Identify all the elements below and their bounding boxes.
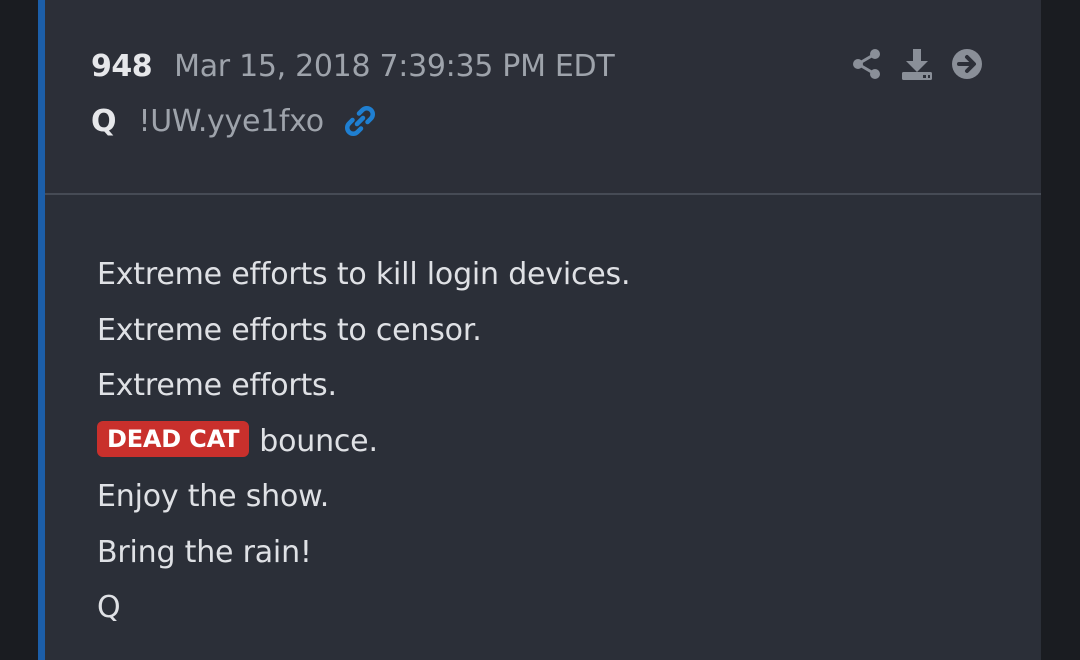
screen: 948 Mar 15, 2018 7:39:35 PM EDT Q !UW.yy…	[0, 0, 1080, 660]
post-number[interactable]: 948	[91, 49, 153, 84]
post-header: 948 Mar 15, 2018 7:39:35 PM EDT Q !UW.yy…	[45, 0, 1041, 195]
message-line: Extreme efforts to censor.	[97, 312, 482, 348]
post-accent-bar	[38, 0, 45, 660]
message-signature: Q	[97, 590, 121, 625]
arrow-right-circle-icon[interactable]	[949, 46, 985, 82]
post-author: Q !UW.yye1fxo	[91, 101, 378, 141]
right-gutter	[1041, 0, 1080, 660]
message-line-badge: DEAD CAT bounce.	[97, 417, 630, 473]
link-icon[interactable]	[342, 103, 378, 139]
message-line: Extreme efforts to kill login devices.	[97, 257, 631, 292]
left-gutter	[0, 0, 38, 660]
message-line: Bring the rain!	[97, 534, 312, 570]
author-name: Q	[91, 103, 117, 139]
dead-cat-badge: DEAD CAT	[97, 421, 250, 457]
message-line: Extreme efforts.	[97, 368, 337, 403]
post-body: Extreme efforts to kill login devices. E…	[97, 250, 631, 639]
post-meta: 948 Mar 15, 2018 7:39:35 PM EDT	[91, 46, 615, 86]
download-icon[interactable]	[899, 46, 935, 82]
message-line-text: bounce.	[259, 423, 378, 459]
post-date: Mar 15, 2018 7:39:35 PM EDT	[174, 48, 615, 84]
author-tripcode: !UW.yye1fxo	[138, 103, 325, 139]
post-actions	[849, 46, 985, 82]
post-card: 948 Mar 15, 2018 7:39:35 PM EDT Q !UW.yy…	[45, 0, 1041, 660]
message-line: Enjoy the show.	[97, 479, 330, 514]
share-icon[interactable]	[849, 46, 885, 82]
